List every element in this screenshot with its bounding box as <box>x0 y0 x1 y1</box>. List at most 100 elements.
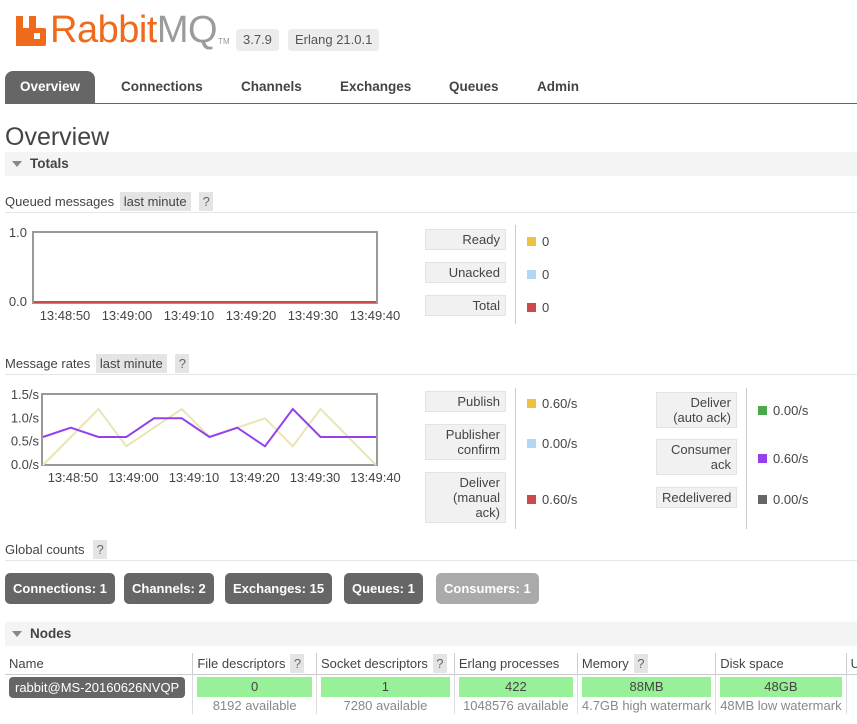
legend-redelivered-value: 0.00/s <box>758 492 808 508</box>
exchanges-count-button[interactable]: Exchanges: 15 <box>225 573 333 604</box>
legend-deliver-auto-label: Deliver (auto ack) <box>656 392 737 428</box>
memory-help-button[interactable]: ? <box>633 653 648 673</box>
nodes-table: Name File descriptors? Socket descriptor… <box>5 653 857 714</box>
legend-swatch <box>758 454 767 463</box>
table-row: rabbit@MS-20160626NVQP 0 8192 available 1… <box>5 674 857 714</box>
legend-swatch <box>758 495 767 504</box>
x-tick-label: 13:49:40 <box>350 308 401 323</box>
legend-ready-label: Ready <box>425 229 506 250</box>
page-title: Overview <box>5 123 110 151</box>
logo-trademark: TM <box>218 37 230 46</box>
legend-unacked-label: Unacked <box>425 262 506 283</box>
version-badge: 3.7.9 <box>236 29 279 51</box>
message-rates-header: Message rates last minute ? <box>5 354 190 374</box>
socket-descriptors-help-button[interactable]: ? <box>432 653 447 673</box>
nodes-heading: Nodes <box>30 626 72 641</box>
legend-total-value: 0 <box>527 300 549 316</box>
legend-separator <box>746 388 747 529</box>
tab-exchanges[interactable]: Exchanges <box>340 71 411 103</box>
legend-swatch <box>527 303 536 312</box>
legend-separator <box>515 388 516 529</box>
queued-messages-title: Queued messages <box>5 194 115 209</box>
tab-queues[interactable]: Queues <box>449 71 499 103</box>
global-counts-title: Global counts <box>5 542 85 557</box>
tab-connections[interactable]: Connections <box>121 71 203 103</box>
x-tick-label: 13:49:20 <box>229 470 280 485</box>
queued-messages-header: Queued messages last minute ? <box>5 192 214 212</box>
nodes-section-toggle[interactable]: Nodes <box>5 622 857 646</box>
rates-help-button[interactable]: ? <box>175 354 190 373</box>
logo-text: RabbitMQ <box>50 9 218 51</box>
collapse-triangle-icon <box>12 631 22 637</box>
consumers-count-button[interactable]: Consumers: 1 <box>436 573 539 604</box>
queued-range-selector[interactable]: last minute <box>119 192 191 211</box>
column-header-memory[interactable]: Memory? <box>577 653 717 675</box>
x-tick-label: 13:49:40 <box>350 470 401 485</box>
legend-publish-label: Publish <box>425 391 506 412</box>
file-descriptors-available: 8192 available <box>212 697 297 713</box>
legend-swatch <box>527 399 536 408</box>
y-tick-label: 1.0 <box>9 225 27 240</box>
totals-section-toggle[interactable]: Totals <box>5 152 857 176</box>
column-header-file-descriptors[interactable]: File descriptors? <box>192 653 317 675</box>
x-tick-label: 13:49:00 <box>108 470 159 485</box>
main-tabs: Overview Connections Channels Exchanges … <box>5 71 857 104</box>
column-header-overflow: U <box>846 653 857 675</box>
x-tick-label: 13:48:50 <box>40 308 91 323</box>
tab-channels[interactable]: Channels <box>241 71 302 103</box>
legend-unacked-value: 0 <box>527 267 549 283</box>
y-tick-label: 1.5/s <box>11 387 40 402</box>
queued-help-button[interactable]: ? <box>199 192 214 211</box>
socket-descriptors-available: 7280 available <box>343 697 428 713</box>
global-counts-header: Global counts ? <box>5 540 108 560</box>
queues-count-button[interactable]: Queues: 1 <box>344 573 423 604</box>
file-descriptors-help-button[interactable]: ? <box>290 653 305 673</box>
column-header-name[interactable]: Name <box>5 653 194 675</box>
x-tick-label: 13:49:30 <box>288 308 339 323</box>
divider <box>5 374 857 375</box>
column-header-socket-descriptors[interactable]: Socket descriptors? <box>316 653 455 675</box>
erlang-version-badge: Erlang 21.0.1 <box>288 29 380 51</box>
x-tick-label: 13:48:50 <box>48 470 99 485</box>
y-tick-label: 0.5/s <box>11 434 40 449</box>
rates-range-selector[interactable]: last minute <box>95 354 167 373</box>
message-rates-title: Message rates <box>5 356 91 371</box>
divider <box>5 212 857 213</box>
legend-total-label: Total <box>425 295 506 316</box>
column-header-disk-space[interactable]: Disk space <box>715 653 847 675</box>
connections-count-button[interactable]: Connections: 1 <box>5 573 115 604</box>
erlang-processes-bar: 422 <box>458 676 573 697</box>
rabbitmq-logo: RabbitMQ TM <box>16 10 230 50</box>
socket-descriptors-bar: 1 <box>320 676 450 697</box>
node-name-link[interactable]: rabbit@MS-20160626NVQP <box>9 676 186 698</box>
y-tick-label: 0.0 <box>9 294 27 309</box>
message-rates-chart: 1.5/s 1.0/s 0.5/s 0.0/s 13:48:50 13:49:00 13:4… <box>11 387 401 485</box>
legend-consumer-ack-value: 0.60/s <box>758 451 808 467</box>
memory-bar: 88MB <box>581 676 712 697</box>
x-tick-label: 13:49:20 <box>226 308 277 323</box>
legend-swatch <box>758 406 767 415</box>
x-tick-label: 13:49:00 <box>102 308 153 323</box>
rabbitmq-logo-icon <box>16 16 46 46</box>
chart-plot-area <box>32 231 378 304</box>
collapse-triangle-icon <box>12 161 22 167</box>
legend-swatch <box>527 439 536 448</box>
tab-admin[interactable]: Admin <box>537 71 579 103</box>
memory-watermark: 4.7GB high watermark <box>581 697 712 713</box>
legend-deliver-manual-value: 0.60/s <box>527 492 577 508</box>
tab-overview[interactable]: Overview <box>5 71 96 103</box>
legend-publisher-confirm-label: Publisher confirm <box>425 424 506 460</box>
y-tick-label: 1.0/s <box>11 410 40 425</box>
legend-publish-value: 0.60/s <box>527 396 577 412</box>
legend-separator <box>515 225 516 324</box>
disk-space-watermark: 48MB low watermark <box>720 697 842 713</box>
global-counts-help-button[interactable]: ? <box>93 540 108 559</box>
table-header-row: Name File descriptors? Socket descriptor… <box>5 653 857 675</box>
legend-redelivered-label: Redelivered <box>656 487 737 508</box>
column-header-erlang-processes[interactable]: Erlang processes <box>454 653 578 675</box>
legend-ready-value: 0 <box>527 234 549 250</box>
channels-count-button[interactable]: Channels: 2 <box>124 573 214 604</box>
legend-publisher-confirm-value: 0.00/s <box>527 436 577 452</box>
x-tick-label: 13:49:30 <box>290 470 341 485</box>
chart-plot-area <box>41 393 378 466</box>
